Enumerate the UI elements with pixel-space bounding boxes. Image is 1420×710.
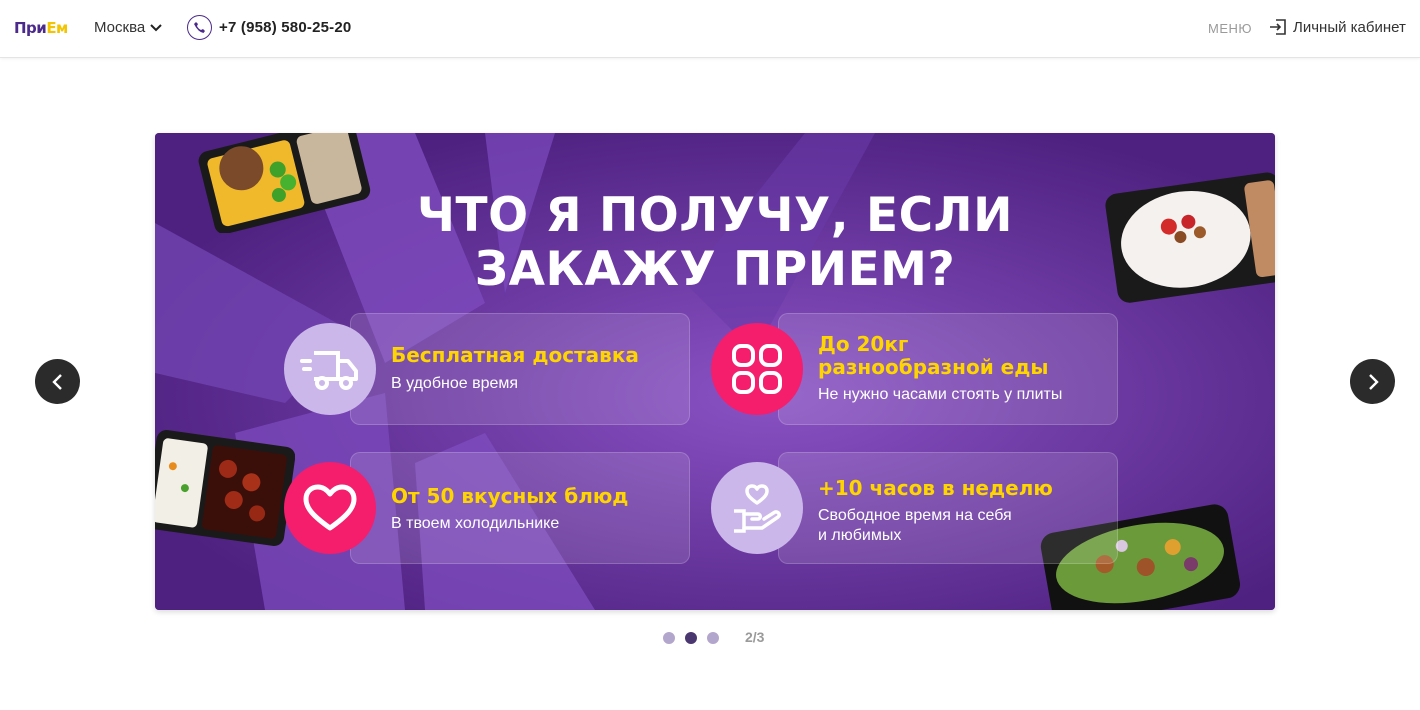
grid-icon bbox=[711, 323, 803, 415]
hand-heart-icon bbox=[711, 462, 803, 554]
site-header: ПриЕм Москва +7 (958) 580-25-20 МЕНЮ Лич… bbox=[0, 0, 1420, 58]
feature-card-dishes bbox=[350, 452, 690, 564]
feature-title-dishes: От 50 вкусных блюд bbox=[391, 484, 629, 508]
phone-number: +7 (958) 580-25-20 bbox=[219, 19, 352, 36]
slider-pagination bbox=[663, 632, 719, 644]
phone-link[interactable]: +7 (958) 580-25-20 bbox=[187, 15, 351, 40]
chevron-right-icon bbox=[1368, 373, 1379, 390]
feature-card-delivery bbox=[350, 313, 690, 425]
menu-link[interactable]: МЕНЮ bbox=[1208, 21, 1252, 36]
logo-text-part2: Ем bbox=[46, 19, 68, 37]
food-container-bottom-left bbox=[155, 430, 295, 546]
chevron-down-icon bbox=[150, 23, 162, 31]
feature-title-food-amount-line2: разнообразной еды bbox=[818, 355, 1049, 379]
slider-next-button[interactable] bbox=[1350, 359, 1395, 404]
feature-title-food-amount-line1: До 20кг bbox=[818, 332, 909, 356]
city-selector[interactable]: Москва bbox=[94, 19, 162, 36]
feature-subtitle-food-amount: Не нужно часами стоять у плиты bbox=[818, 386, 1063, 403]
headline-line-2: ЗАКАЖУ ПРИЕМ? bbox=[474, 242, 956, 297]
city-label: Москва bbox=[94, 19, 146, 36]
chevron-left-icon bbox=[51, 373, 62, 390]
login-icon bbox=[1270, 19, 1286, 35]
account-link[interactable]: Личный кабинет bbox=[1269, 18, 1406, 36]
logo[interactable]: ПриЕм bbox=[14, 19, 68, 37]
phone-icon bbox=[187, 15, 212, 40]
feature-subtitle-free-time-line2: и любимых bbox=[818, 527, 902, 544]
feature-subtitle-dishes: В твоем холодильнике bbox=[391, 515, 560, 532]
heart-icon bbox=[284, 462, 376, 554]
feature-subtitle-free-time-line1: Свободное время на себя bbox=[818, 507, 1012, 524]
truck-icon bbox=[284, 323, 376, 415]
feature-title-delivery: Бесплатная доставка bbox=[391, 343, 639, 367]
feature-subtitle-delivery: В удобное время bbox=[391, 375, 519, 392]
slider-dot-2[interactable] bbox=[685, 632, 697, 644]
slider-prev-button[interactable] bbox=[35, 359, 80, 404]
slider-dot-1[interactable] bbox=[663, 632, 675, 644]
slider-dot-3[interactable] bbox=[707, 632, 719, 644]
logo-text-part1: При bbox=[14, 19, 47, 37]
feature-title-free-time: +10 часов в неделю bbox=[818, 476, 1053, 500]
slide-counter: 2/3 bbox=[745, 629, 765, 645]
food-container-top-left bbox=[198, 133, 371, 233]
headline-line-1: ЧТО Я ПОЛУЧУ, ЕСЛИ bbox=[417, 188, 1013, 243]
account-label: Личный кабинет bbox=[1293, 18, 1406, 36]
promo-banner: ЧТО Я ПОЛУЧУ, ЕСЛИ ЗАКАЖУ ПРИЕМ? Бесплат… bbox=[155, 133, 1275, 610]
food-container-top-right bbox=[1105, 172, 1275, 303]
